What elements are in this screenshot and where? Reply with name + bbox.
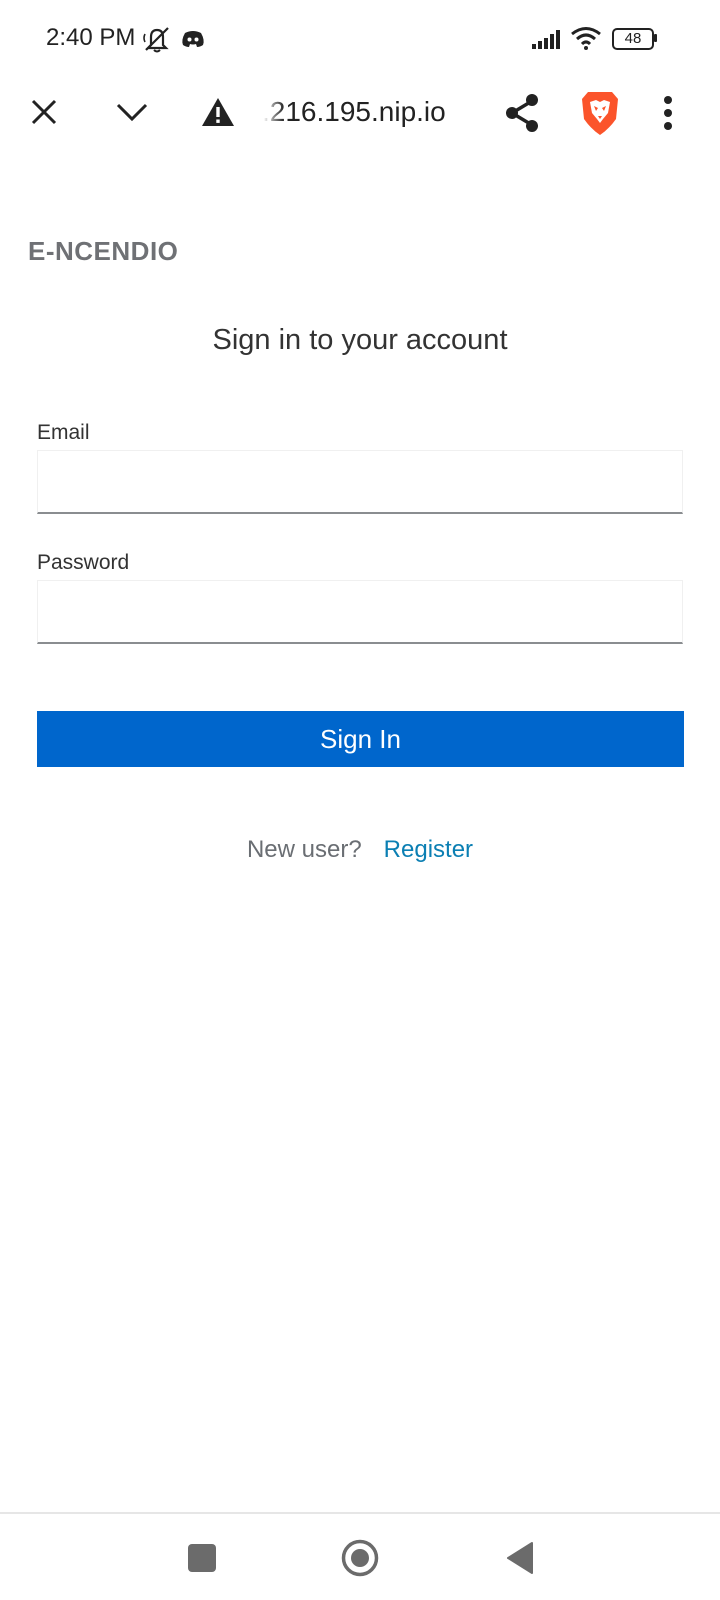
brave-icon (582, 92, 618, 135)
more-menu-button[interactable] (652, 90, 684, 136)
recents-button[interactable] (184, 1540, 220, 1576)
password-field[interactable] (37, 580, 683, 644)
battery-icon: 48 (612, 28, 657, 50)
email-field[interactable] (37, 450, 683, 514)
home-button[interactable] (338, 1536, 382, 1580)
close-icon (31, 99, 57, 125)
sign-in-button[interactable]: Sign In (37, 711, 684, 767)
brand-name: E-NCENDIO (28, 236, 179, 266)
warning-icon (202, 98, 234, 126)
share-button[interactable] (498, 90, 546, 136)
url-fade (258, 94, 284, 130)
brave-shields-button[interactable] (576, 88, 624, 138)
home-icon (341, 1539, 379, 1577)
new-user-text: New user? (246, 836, 362, 863)
recents-icon (188, 1544, 216, 1572)
discord-icon (182, 31, 204, 47)
signal-icon (532, 30, 560, 49)
more-icon (664, 96, 672, 130)
status-time: 2:40 PM (46, 24, 136, 51)
status-bar: 2:40 PM 48 (0, 0, 720, 80)
url-bar[interactable]: .216.195.nip.io (262, 96, 446, 128)
battery-level: 48 (624, 30, 642, 47)
password-label: Password (37, 551, 130, 574)
page-title: Sign in to your account (212, 324, 508, 356)
back-button[interactable] (500, 1538, 540, 1578)
muted-icon (143, 27, 169, 53)
chevron-down-icon (116, 103, 148, 122)
security-warning-button[interactable] (196, 90, 240, 134)
close-tab-button[interactable] (22, 90, 66, 134)
wifi-icon (571, 27, 601, 50)
email-label: Email (37, 421, 90, 444)
register-link[interactable]: Register (384, 836, 473, 863)
register-row: New user? Register (0, 836, 720, 864)
back-icon (507, 1542, 533, 1574)
share-icon (506, 94, 538, 132)
minimize-button[interactable] (110, 90, 154, 134)
